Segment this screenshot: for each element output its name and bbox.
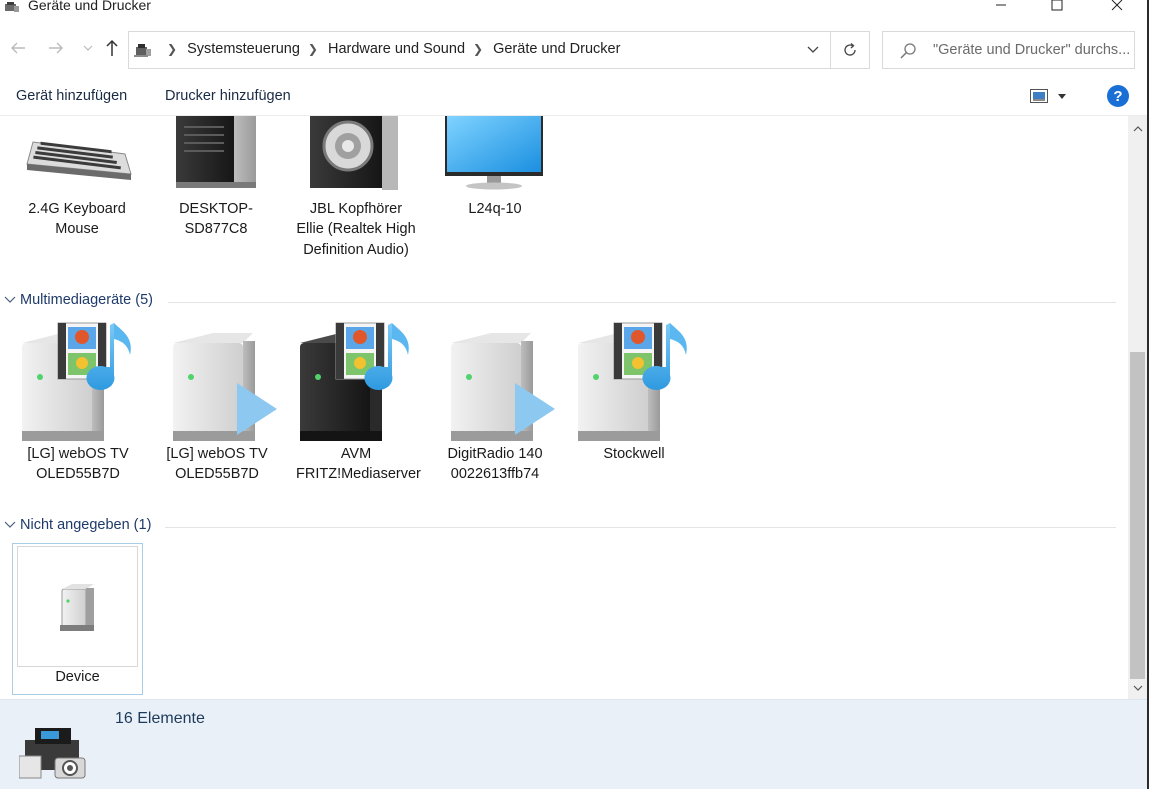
vertical-scrollbar[interactable] bbox=[1128, 116, 1147, 699]
group-title: Multimediageräte (5) bbox=[20, 292, 153, 308]
device-list: 2.4G Keyboard Mouse DESKTOP-SD877C8 JBL … bbox=[0, 116, 1128, 699]
media-server-icon bbox=[22, 322, 132, 441]
device-label: DigitRadio 140 0022613ffb74 bbox=[447, 446, 543, 483]
keyboard-icon bbox=[26, 141, 132, 180]
device-tile-generic[interactable]: Device bbox=[12, 543, 143, 695]
chevron-down-icon bbox=[807, 46, 819, 53]
media-renderer-icon bbox=[451, 333, 555, 441]
chevron-down-icon bbox=[4, 521, 16, 528]
details-pane: 16 Elemente bbox=[0, 699, 1147, 789]
refresh-button[interactable] bbox=[831, 31, 870, 69]
monitor-icon bbox=[445, 116, 543, 190]
device-label: L24q-10 bbox=[468, 201, 522, 217]
arrow-left-icon bbox=[11, 42, 25, 54]
media-tile-fritz-mediaserver[interactable]: AVM FRITZ!Mediaserver bbox=[296, 321, 421, 511]
chevron-down-icon bbox=[1133, 685, 1142, 691]
item-count: 16 Elemente bbox=[115, 710, 205, 727]
refresh-icon bbox=[844, 43, 856, 56]
breadcrumb-separator-icon[interactable]: ❯ bbox=[473, 42, 483, 56]
chevron-down-icon bbox=[4, 296, 16, 303]
generic-device-icon bbox=[60, 584, 94, 631]
media-tile-digitradio[interactable]: DigitRadio 140 0022613ffb74 bbox=[435, 321, 555, 491]
change-view-button[interactable] bbox=[1030, 86, 1076, 106]
computer-tower-icon bbox=[176, 116, 256, 188]
up-button[interactable] bbox=[100, 36, 124, 60]
maximize-icon bbox=[1051, 0, 1063, 11]
search-box[interactable]: "Geräte und Drucker" durchs... bbox=[882, 31, 1135, 69]
breadcrumb-hardware-und-sound[interactable]: Hardware und Sound bbox=[328, 41, 465, 57]
device-label: Device bbox=[55, 669, 100, 685]
device-label: [LG] webOS TV OLED55B7D bbox=[166, 446, 268, 483]
device-tile-monitor[interactable]: L24q-10 bbox=[435, 116, 555, 246]
group-title: Nicht angegeben (1) bbox=[20, 517, 152, 533]
navigation-bar: ❯ Systemsteuerung ❯ Hardware und Sound ❯… bbox=[0, 28, 1149, 72]
speaker-icon bbox=[310, 116, 398, 190]
forward-button[interactable] bbox=[44, 36, 68, 60]
media-tile-stockwell[interactable]: Stockwell bbox=[574, 321, 694, 491]
scroll-down-button[interactable] bbox=[1128, 679, 1147, 697]
media-server-dark-icon bbox=[300, 322, 410, 441]
device-label: 2.4G Keyboard Mouse bbox=[28, 201, 126, 238]
device-label: [LG] webOS TV OLED55B7D bbox=[27, 446, 129, 483]
group-header-unspecified[interactable]: Nicht angegeben (1) bbox=[0, 516, 1116, 538]
media-renderer-icon bbox=[173, 333, 277, 441]
media-tile-lg-tv-1[interactable]: [LG] webOS TV OLED55B7D bbox=[18, 321, 138, 491]
breadcrumb-separator-icon[interactable]: ❯ bbox=[308, 42, 318, 56]
scroll-up-button[interactable] bbox=[1128, 120, 1147, 138]
search-input[interactable]: "Geräte und Drucker" durchs... bbox=[933, 42, 1130, 58]
maximize-button[interactable] bbox=[1034, 0, 1080, 16]
devices-printers-icon bbox=[19, 728, 86, 779]
address-bar[interactable]: ❯ Systemsteuerung ❯ Hardware und Sound ❯… bbox=[128, 31, 831, 69]
breadcrumb-separator-icon: ❯ bbox=[167, 42, 178, 56]
help-button[interactable]: ? bbox=[1107, 85, 1129, 107]
search-icon bbox=[900, 43, 916, 59]
recent-locations-button[interactable] bbox=[76, 36, 100, 60]
group-divider bbox=[168, 302, 1116, 303]
back-button[interactable] bbox=[6, 36, 30, 60]
device-tile-jbl-headphones[interactable]: JBL Kopfhörer Ellie (Realtek High Defini… bbox=[296, 116, 416, 286]
device-tile-keyboard[interactable]: 2.4G Keyboard Mouse bbox=[17, 116, 137, 246]
arrow-right-icon bbox=[49, 42, 63, 54]
window-title: Geräte und Drucker bbox=[28, 0, 151, 13]
group-header-multimedia[interactable]: Multimediageräte (5) bbox=[0, 291, 1116, 313]
device-label: JBL Kopfhörer Ellie (Realtek High Defini… bbox=[296, 201, 416, 258]
breadcrumb: ❯ Systemsteuerung ❯ Hardware und Sound ❯… bbox=[159, 41, 620, 57]
chevron-down-icon bbox=[83, 45, 93, 51]
arrow-up-icon bbox=[106, 39, 118, 56]
control-panel-icon bbox=[134, 44, 151, 57]
group-divider bbox=[165, 527, 1116, 528]
title-bar: Geräte und Drucker bbox=[0, 0, 1149, 16]
close-icon bbox=[1111, 0, 1123, 11]
device-label: DESKTOP-SD877C8 bbox=[179, 201, 253, 238]
minimize-icon bbox=[996, 4, 1006, 6]
breadcrumb-geraete-und-drucker[interactable]: Geräte und Drucker bbox=[493, 41, 620, 57]
close-button[interactable] bbox=[1094, 0, 1140, 16]
media-server-icon bbox=[578, 322, 688, 441]
scrollbar-thumb[interactable] bbox=[1130, 352, 1145, 679]
add-printer-button[interactable]: Drucker hinzufügen bbox=[165, 88, 291, 104]
chevron-up-icon bbox=[1133, 126, 1142, 132]
device-tile-desktop[interactable]: DESKTOP-SD877C8 bbox=[156, 116, 276, 246]
chevron-down-icon bbox=[1058, 93, 1066, 99]
device-label: Stockwell bbox=[603, 446, 665, 462]
media-tile-lg-tv-2[interactable]: [LG] webOS TV OLED55B7D bbox=[157, 321, 277, 491]
command-bar: Gerät hinzufügen Drucker hinzufügen ? bbox=[0, 76, 1149, 116]
device-thumbnail-frame bbox=[17, 546, 138, 667]
add-device-button[interactable]: Gerät hinzufügen bbox=[16, 88, 127, 104]
address-history-button[interactable] bbox=[796, 32, 830, 68]
breadcrumb-systemsteuerung[interactable]: Systemsteuerung bbox=[187, 41, 300, 57]
minimize-button[interactable] bbox=[978, 0, 1024, 16]
devices-printers-icon bbox=[5, 2, 19, 12]
device-label: AVM FRITZ!Mediaserver bbox=[296, 446, 421, 483]
view-options-icon bbox=[1030, 89, 1048, 103]
